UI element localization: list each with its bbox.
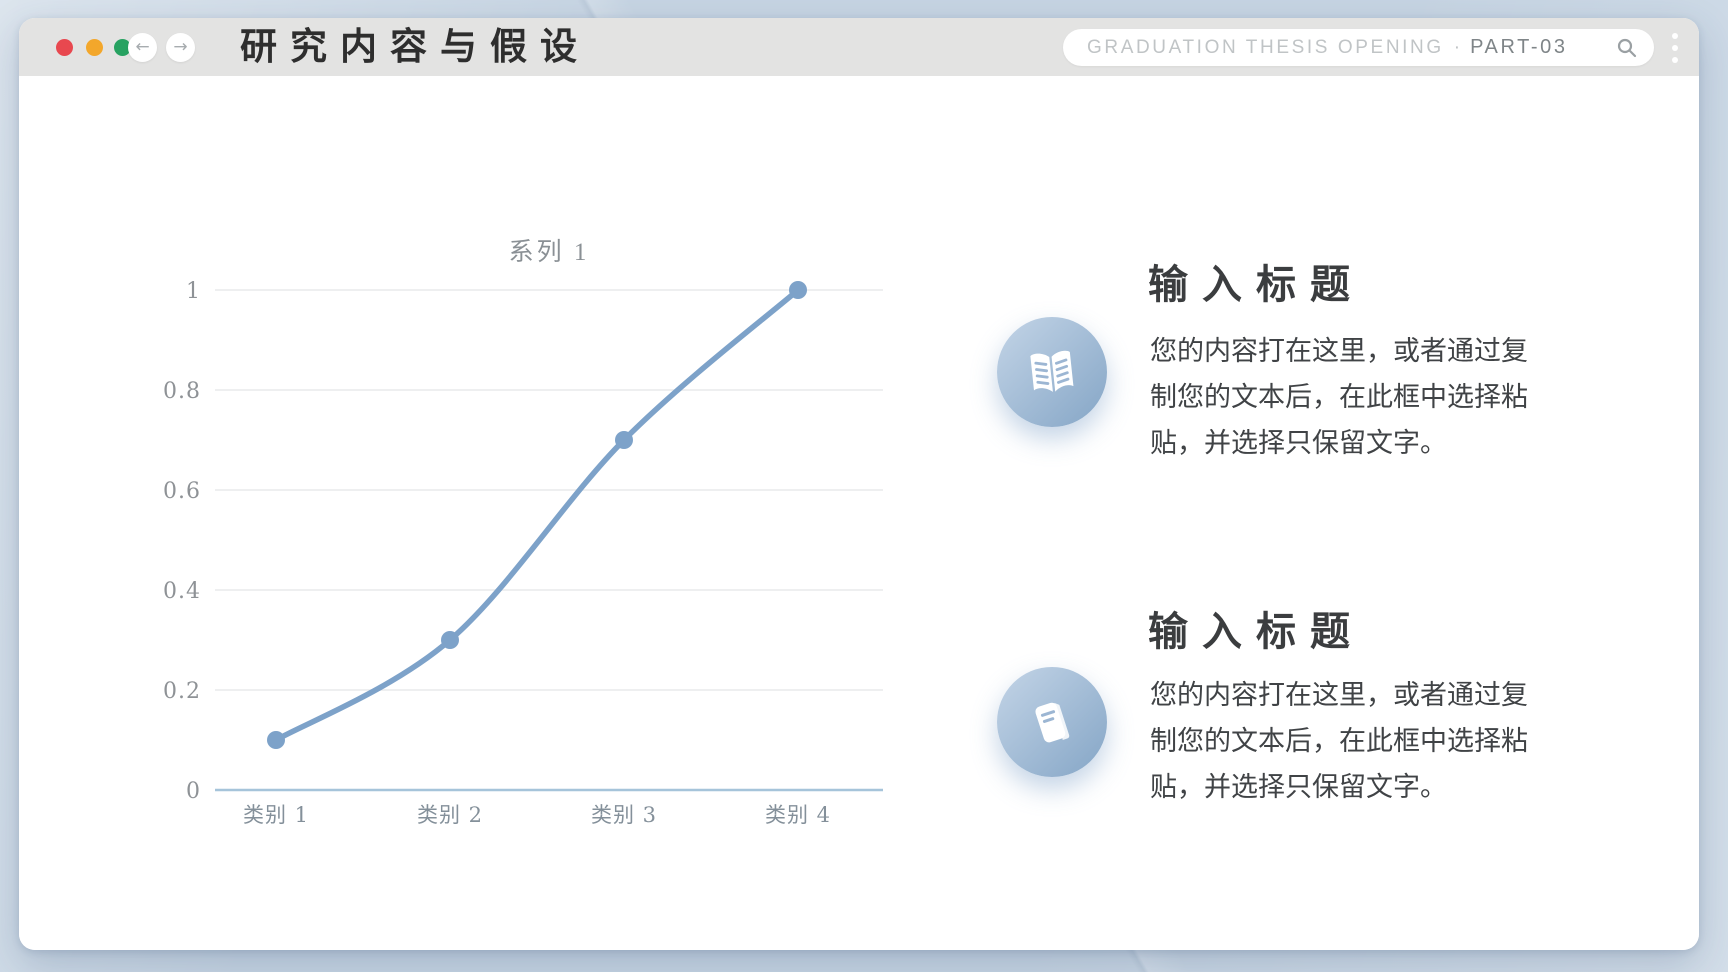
more-menu-icon[interactable] xyxy=(1670,30,1680,66)
minimize-button[interactable] xyxy=(86,39,103,56)
browser-window: ← → 研究内容与假设 GRADUATION THESIS OPENING · … xyxy=(19,18,1699,950)
y-tick-label: 0.2 xyxy=(163,679,201,704)
section-title: 输 入 标 题 xyxy=(1148,262,1352,307)
address-bar[interactable]: GRADUATION THESIS OPENING · PART-03 xyxy=(1063,29,1654,66)
y-tick-label: 0.6 xyxy=(163,479,201,504)
open-book-icon xyxy=(1030,350,1074,392)
section-body-line: 制您的文本后，在此框中选择粘 xyxy=(1150,726,1528,756)
chart-title: 系列 1 xyxy=(509,238,590,266)
data-point-marker xyxy=(615,431,633,449)
section-body: 您的内容打在这里，或者通过复 制您的文本后，在此框中选择粘 贴，并选择只保留文字… xyxy=(1150,672,1570,810)
toolbar: ← → 研究内容与假设 GRADUATION THESIS OPENING · … xyxy=(19,18,1699,76)
x-category-label: 类别 1 xyxy=(243,803,309,827)
desktop: { "window": { "title": "研究内容与假设", "traff… xyxy=(0,0,1728,972)
line-chart: 系列 1 0 0.2 0.4 0.6 0.8 1 类别 1 类别 2 类别 3 类别 4 xyxy=(163,238,883,827)
series-line xyxy=(273,287,801,743)
x-category-label: 类别 3 xyxy=(591,803,657,827)
section-body: 您的内容打在这里，或者通过复 制您的文本后，在此框中选择粘 贴，并选择只保留文字… xyxy=(1150,328,1570,466)
data-point-marker xyxy=(441,631,459,649)
slide-content: 系列 1 0 0.2 0.4 0.6 0.8 1 类别 1 类别 2 类别 3 类别 4 xyxy=(19,76,1699,950)
x-category-label: 类别 2 xyxy=(417,803,483,827)
section-body-line: 您的内容打在这里，或者通过复 xyxy=(1150,336,1528,366)
data-point-marker xyxy=(267,731,285,749)
y-tick-label: 0.4 xyxy=(163,579,201,604)
section-body-line: 贴，并选择只保留文字。 xyxy=(1150,428,1447,458)
address-part-text: PART-03 xyxy=(1470,36,1568,58)
back-button[interactable]: ← xyxy=(128,33,157,62)
x-category-label: 类别 4 xyxy=(765,803,831,827)
notebook-icon xyxy=(1035,702,1070,743)
close-button[interactable] xyxy=(56,39,73,56)
section-body-line: 贴，并选择只保留文字。 xyxy=(1150,772,1447,802)
search-icon[interactable] xyxy=(1616,37,1638,59)
section-title: 输 入 标 题 xyxy=(1148,609,1352,654)
y-tick-label: 0.8 xyxy=(163,379,201,404)
y-tick-label: 0 xyxy=(186,779,201,804)
section-body-line: 制您的文本后，在此框中选择粘 xyxy=(1150,382,1528,412)
back-arrow-icon: ← xyxy=(135,37,150,57)
section-icon-circle xyxy=(997,317,1107,427)
address-text: GRADUATION THESIS OPENING xyxy=(1087,36,1444,58)
data-point-marker xyxy=(789,281,807,299)
section-icon-circle xyxy=(997,667,1107,777)
y-tick-label: 1 xyxy=(186,279,201,304)
forward-arrow-icon: → xyxy=(173,37,188,57)
forward-button[interactable]: → xyxy=(166,33,195,62)
section-body-line: 您的内容打在这里，或者通过复 xyxy=(1150,680,1528,710)
address-separator: · xyxy=(1453,36,1461,58)
page-title: 研究内容与假设 xyxy=(240,27,590,68)
